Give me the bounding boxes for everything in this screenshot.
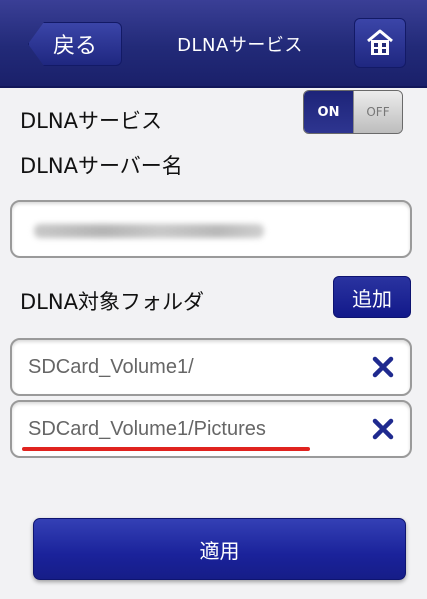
add-folder-button[interactable]: 追加 — [333, 276, 411, 318]
highlight-underline — [22, 447, 310, 451]
toggle-on[interactable]: ON — [304, 91, 353, 133]
server-name-field[interactable] — [10, 200, 412, 258]
toggle-off[interactable]: OFF — [352, 91, 402, 133]
apply-button[interactable]: 適用 — [33, 518, 406, 580]
delete-folder-button[interactable] — [368, 412, 398, 446]
home-button[interactable] — [354, 18, 406, 68]
folder-row: SDCard_Volume1/ — [10, 338, 412, 396]
delete-folder-button[interactable] — [368, 350, 398, 384]
server-name-label: DLNAサーバー名 — [20, 154, 183, 178]
close-icon — [372, 356, 394, 378]
back-button[interactable]: 戻る — [28, 22, 122, 66]
page-title: DLNAサービス — [177, 35, 303, 56]
server-name-value — [34, 224, 264, 238]
folder-path: SDCard_Volume1/Pictures — [28, 418, 266, 440]
dlna-service-label: DLNAサービス — [20, 109, 162, 133]
nav-header: 戻る DLNAサービス — [0, 0, 427, 88]
home-icon — [367, 29, 393, 55]
close-icon — [372, 418, 394, 440]
dlna-service-toggle[interactable]: ON OFF — [303, 90, 403, 134]
target-folder-label: DLNA対象フォルダ — [20, 290, 204, 314]
folder-path: SDCard_Volume1/ — [28, 356, 194, 378]
